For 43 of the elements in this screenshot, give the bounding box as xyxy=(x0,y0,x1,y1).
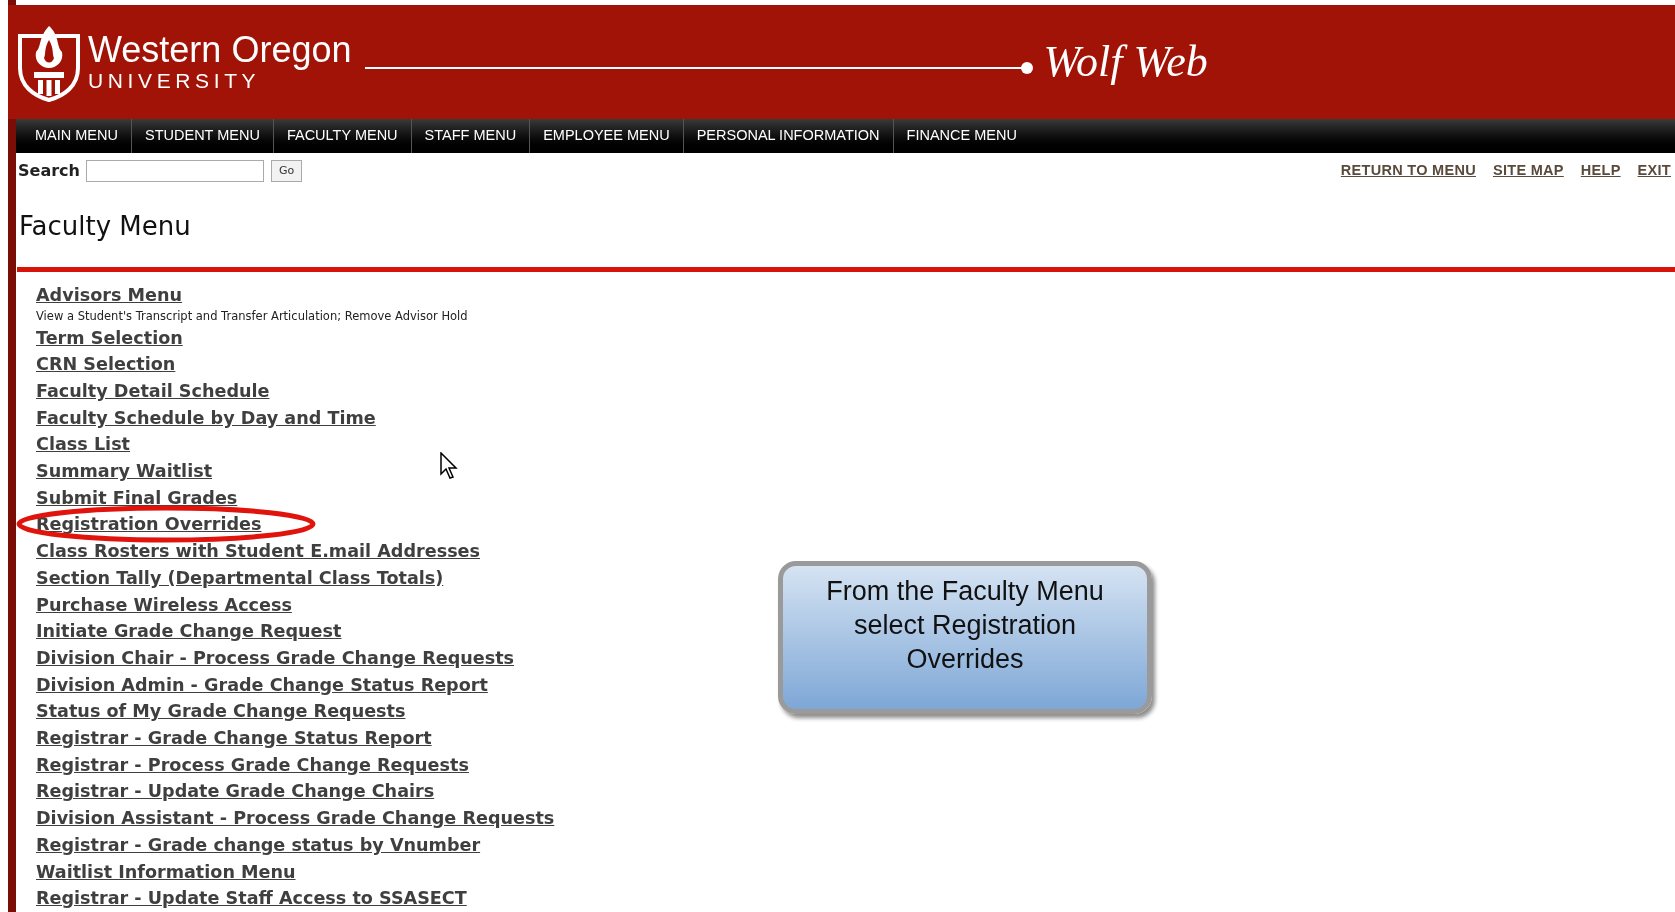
menu-link[interactable]: Waitlist Information Menu xyxy=(36,858,296,886)
menu-link[interactable]: Registrar - Grade Change Status Report xyxy=(36,725,432,752)
nav-tab[interactable]: FACULTY MENU xyxy=(273,124,411,147)
menu-link[interactable]: Registrar - Grade change status by Vnumber xyxy=(36,831,481,859)
go-button[interactable]: Go xyxy=(270,159,303,182)
menu-link[interactable]: Division Assistant - Process Grade Change Requests xyxy=(36,805,555,832)
menu-link[interactable]: Submit Final Grades xyxy=(36,484,238,512)
utility-link[interactable]: HELP xyxy=(1580,159,1621,182)
menu-link[interactable]: CRN Selection xyxy=(36,351,176,378)
menu-link[interactable]: Division Admin - Grade Change Status Report xyxy=(36,671,488,699)
menu-link[interactable]: Division Chair - Process Grade Change Requests xyxy=(36,644,515,672)
link-description: View a Student's Transcript and Transfer Articulation; Remove Advisor Hold xyxy=(36,308,468,323)
menu-link[interactable]: Class Rosters with Student E.mail Addresses xyxy=(36,538,480,565)
menu-link[interactable]: Registrar - Update Staff Access to SSASECT xyxy=(36,885,467,912)
university-name: Western Oregon xyxy=(88,32,352,69)
menu-link[interactable]: Advisors Menu xyxy=(36,281,183,309)
menu-link[interactable]: Faculty Detail Schedule xyxy=(36,377,270,405)
search-label: Search xyxy=(18,159,80,182)
menu-link[interactable]: Class List xyxy=(36,431,130,459)
menu-link[interactable]: Term Selection xyxy=(36,324,183,352)
menu-link[interactable]: Section Tally (Departmental Class Totals) xyxy=(36,564,444,592)
nav-tab[interactable]: STAFF MENU xyxy=(411,124,530,147)
mouse-pointer-icon xyxy=(440,452,458,480)
nav-tab[interactable]: STUDENT MENU xyxy=(132,124,273,147)
menu-link[interactable]: Registrar - Update Grade Change Chairs xyxy=(36,778,435,806)
search-field[interactable] xyxy=(85,159,264,182)
menu-link[interactable]: Purchase Wireless Access xyxy=(36,591,292,619)
utility-link[interactable]: SITE MAP xyxy=(1492,159,1564,182)
university-subtitle: UNIVERSITY xyxy=(88,70,261,92)
menu-link[interactable]: Registrar - Process Grade Change Requests xyxy=(36,751,469,779)
nav-tab[interactable]: EMPLOYEE MENU xyxy=(530,124,683,147)
nav-tab[interactable]: MAIN MENU xyxy=(22,124,131,147)
menu-link[interactable]: Summary Waitlist xyxy=(36,458,213,485)
nav-tab[interactable]: FINANCE MENU xyxy=(893,124,1030,147)
site-title: Wolf Web xyxy=(1043,35,1208,88)
page-title: Faculty Menu xyxy=(19,209,191,243)
menu-link[interactable]: Faculty Schedule by Day and Time xyxy=(36,404,376,432)
menu-link[interactable]: Initiate Grade Change Request xyxy=(36,618,342,645)
utility-link[interactable]: RETURN TO MENU xyxy=(1340,159,1476,182)
menu-link[interactable]: Status of My Grade Change Requests xyxy=(36,698,406,726)
nav-tab[interactable]: PERSONAL INFORMATION xyxy=(683,124,893,147)
callout-text: From the Faculty Menu select Registration Overrides xyxy=(825,575,1105,676)
utility-link[interactable]: EXIT xyxy=(1637,159,1671,182)
